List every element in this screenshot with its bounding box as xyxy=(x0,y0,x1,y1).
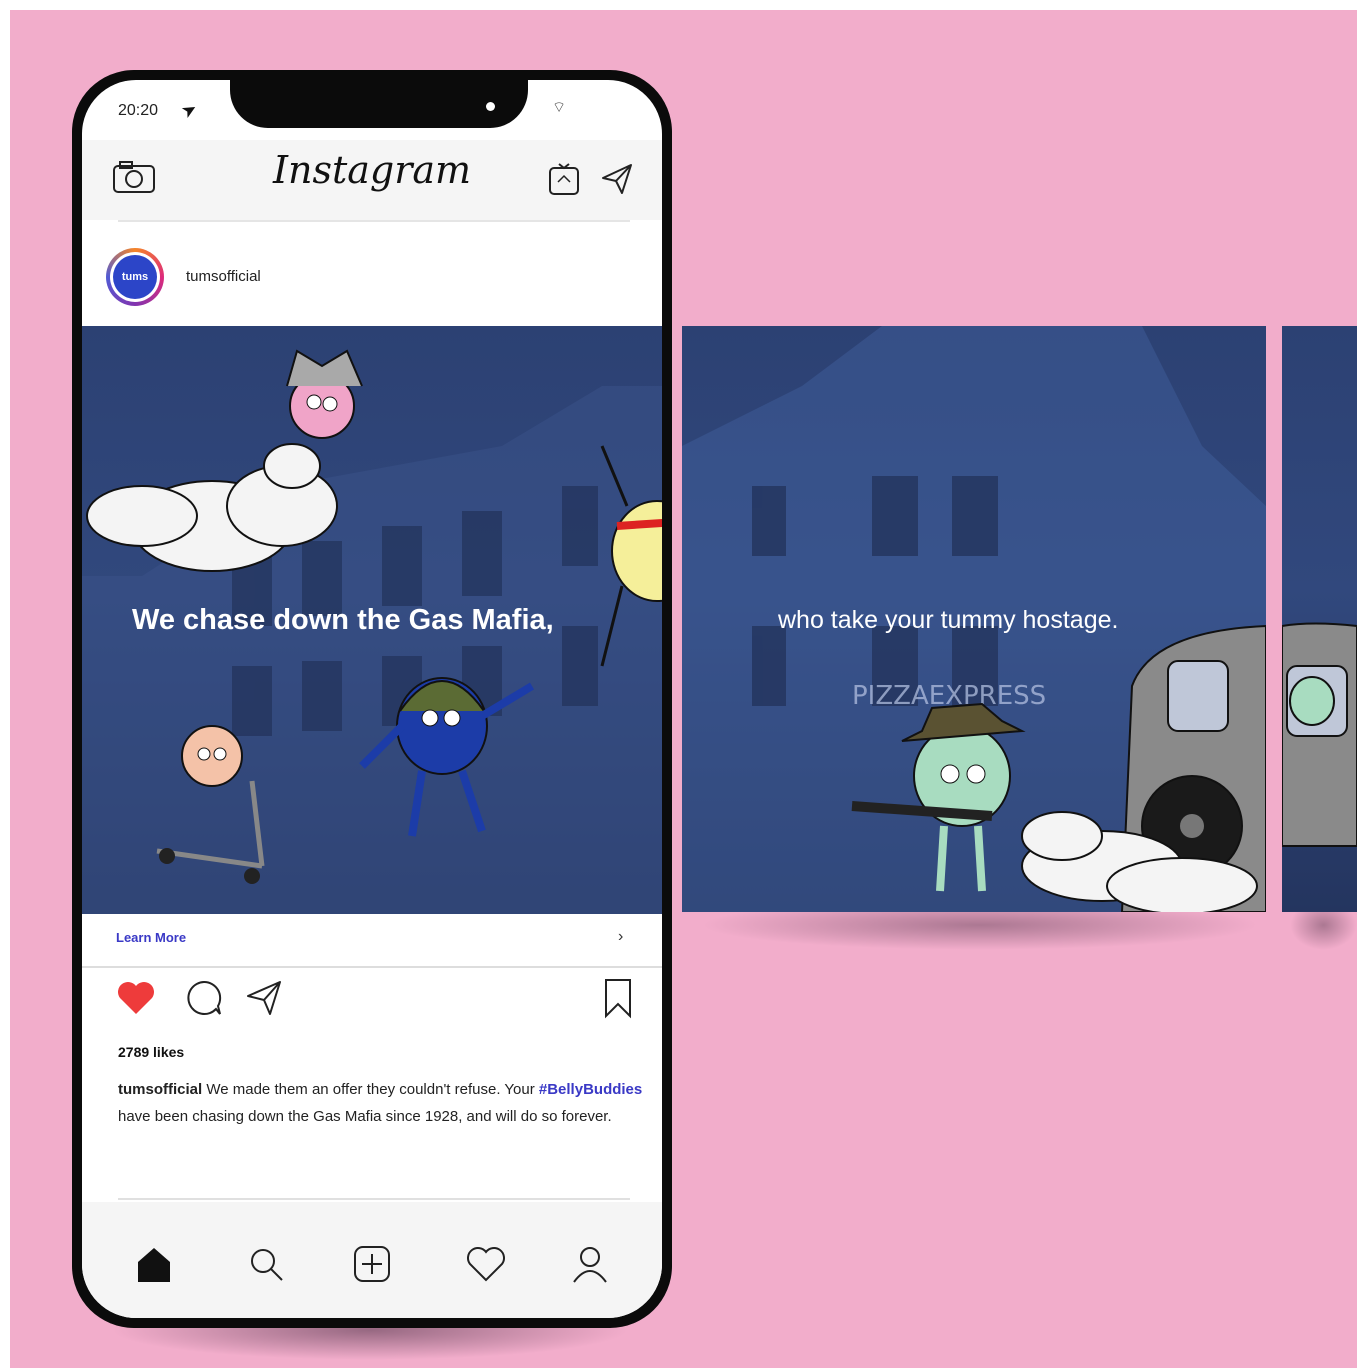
nav-divider xyxy=(118,1198,630,1200)
direct-message-icon[interactable] xyxy=(600,162,634,196)
post-actions xyxy=(82,976,662,1026)
home-icon[interactable] xyxy=(132,1242,176,1286)
phone-notch xyxy=(230,80,528,128)
carousel-slide-3[interactable] xyxy=(1282,326,1357,912)
post-caption: tumsofficial We made them an offer they … xyxy=(118,1076,648,1130)
slide-2-caption: who take your tummy hostage. xyxy=(778,606,1119,634)
activity-heart-icon[interactable] xyxy=(464,1242,508,1286)
profile-icon[interactable] xyxy=(568,1242,612,1286)
share-icon[interactable] xyxy=(242,976,286,1020)
search-icon[interactable] xyxy=(244,1242,288,1286)
caption-text-2: have been chasing down the Gas Mafia sin… xyxy=(118,1108,612,1125)
post-header: tums tumsofficial xyxy=(82,230,662,320)
header-divider xyxy=(118,220,630,222)
learn-more-row[interactable]: Learn More › xyxy=(82,914,662,968)
app-header: Instagram xyxy=(82,140,662,220)
caption-text-1: We made them an offer they couldn't refu… xyxy=(202,1081,539,1098)
camera-dot xyxy=(486,102,495,111)
slide-1-caption: We chase down the Gas Mafia, xyxy=(132,604,554,636)
top-border xyxy=(0,0,1357,10)
avatar-ring: tums xyxy=(110,252,160,302)
igtv-icon[interactable] xyxy=(548,162,580,196)
caption-username[interactable]: tumsofficial xyxy=(118,1081,202,1098)
post-image-slide-1[interactable]: We chase down the Gas Mafia, xyxy=(82,326,662,914)
rocket-character xyxy=(286,349,363,439)
bookmark-icon[interactable] xyxy=(596,976,640,1020)
like-count[interactable]: 2789 likes xyxy=(118,1044,184,1060)
phone-screen: 20:20 ➤ ⌔ Instagram tums tumsofficial We… xyxy=(82,80,662,1318)
avatar[interactable]: tums xyxy=(106,248,164,306)
carousel-slide-2[interactable]: PIZZAEXPRESS who take your tummy hostage… xyxy=(682,326,1266,912)
learn-more-link[interactable]: Learn More xyxy=(116,930,186,945)
phone-mockup: 20:20 ➤ ⌔ Instagram tums tumsofficial We… xyxy=(72,70,672,1328)
instagram-logo: Instagram xyxy=(272,148,472,192)
left-border xyxy=(0,0,10,1368)
chevron-right-icon[interactable]: › xyxy=(618,928,623,946)
post-username[interactable]: tumsofficial xyxy=(186,268,261,285)
slide-3-illustration xyxy=(1282,622,1357,847)
avatar-logo: tums xyxy=(113,255,157,299)
camera-icon[interactable] xyxy=(112,160,156,194)
wifi-icon: ⌔ xyxy=(552,99,567,116)
comment-icon[interactable] xyxy=(182,976,226,1020)
status-time: 20:20 xyxy=(118,102,159,119)
caption-hashtag[interactable]: #BellyBuddies xyxy=(539,1081,642,1098)
add-post-icon[interactable] xyxy=(350,1242,394,1286)
location-arrow-icon: ➤ xyxy=(177,97,201,123)
bottom-nav xyxy=(82,1202,662,1318)
heart-icon[interactable] xyxy=(114,976,158,1020)
